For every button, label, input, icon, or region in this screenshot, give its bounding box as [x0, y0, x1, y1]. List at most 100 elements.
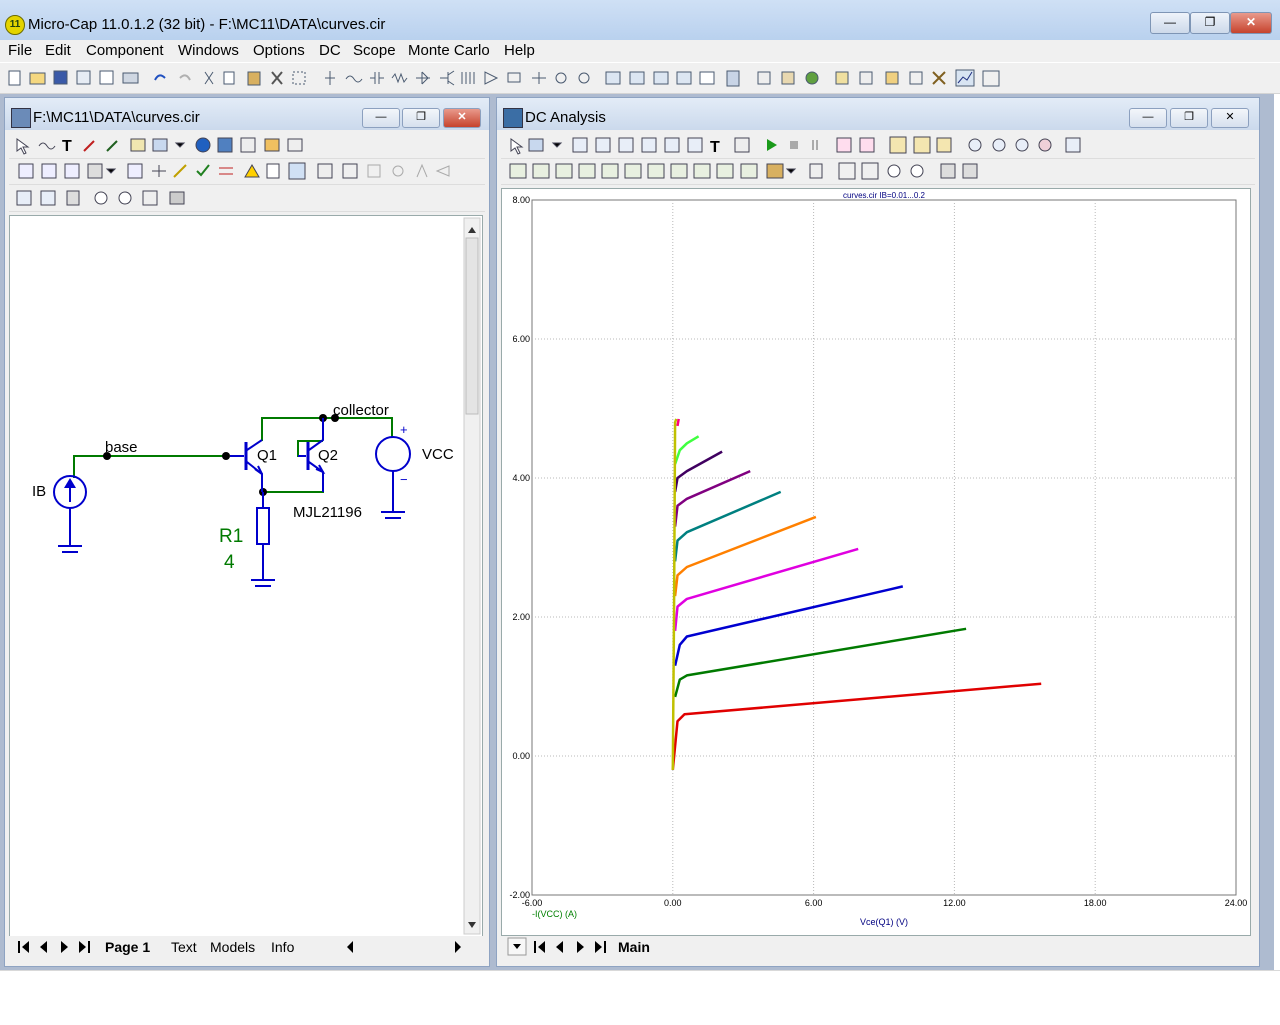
micro-cap-app-icon: 11: [5, 15, 25, 35]
probe-icon: [835, 71, 849, 85]
schematic-toolbar-1-icons[interactable]: T: [9, 133, 479, 157]
tab-main[interactable]: Main: [618, 939, 650, 955]
schematic-toolbar-1: T: [9, 133, 485, 159]
page-icon: [266, 163, 280, 179]
tab-page-1[interactable]: Page 1: [105, 939, 150, 955]
x-tick-label: 18.00: [1084, 898, 1107, 908]
cursor-mode-icon-7: [647, 163, 665, 179]
analysis-maximize-button[interactable]: ❐: [1170, 108, 1208, 128]
analysis-minimize-button[interactable]: —: [1129, 108, 1167, 128]
help-mode-icon: [152, 138, 168, 152]
app-titlebar: 11 Micro-Cap 11.0.1.2 (32 bit) - F:\MC11…: [0, 0, 1280, 41]
maximize-button[interactable]: ❐: [1190, 12, 1230, 34]
tab-text[interactable]: Text: [171, 939, 197, 955]
analysis-toolbar-2-icons[interactable]: [501, 159, 1251, 183]
attribute-icon: [859, 71, 873, 85]
schematic-canvas[interactable]: base collector Q1 Q2 VCC + − IB R1 4 MJL…: [9, 215, 483, 937]
find-icon: [16, 190, 32, 206]
edit-icon: [1065, 137, 1081, 153]
y-tick-label: 4.00: [512, 473, 530, 483]
library-icon: [781, 71, 795, 85]
cursor-mode-icon-3: [555, 163, 573, 179]
print-icon: [317, 163, 333, 179]
y-tick-label: -2.00: [509, 890, 530, 900]
y-tick-label: 0.00: [512, 751, 530, 761]
last-page-icon: [595, 941, 602, 953]
analysis-page-nav[interactable]: [507, 936, 627, 958]
open-folder-icon: [29, 72, 46, 85]
schematic-toolbar-2-icons[interactable]: [9, 159, 479, 183]
bounding-box-icon: [288, 162, 306, 180]
node-names-icon: [64, 163, 80, 179]
menu-scope[interactable]: Scope: [353, 42, 396, 59]
ib-label: IB: [32, 483, 46, 500]
menu-file[interactable]: File: [8, 42, 32, 59]
menu-edit[interactable]: Edit: [45, 42, 71, 59]
grid-text-icon: [41, 163, 57, 179]
schematic-drawing[interactable]: base collector Q1 Q2 VCC + − IB R1 4 MJL…: [10, 216, 482, 936]
cursor-mode-icon-8: [670, 163, 688, 179]
wire-icon: [345, 75, 363, 83]
y-tick-label: 8.00: [512, 195, 530, 205]
menu-component[interactable]: Component: [86, 42, 164, 59]
numeric-output-icon: [809, 163, 823, 179]
emitter-wire: [265, 477, 324, 493]
opamp-icon: [484, 71, 499, 85]
dc-curves-plot[interactable]: -6.00 0.00 6.00 12.00 18.00 24.00-2.000.002.0…: [502, 189, 1250, 935]
pan-icon: [940, 163, 956, 179]
rotate-icon: [392, 165, 404, 177]
menu-options[interactable]: Options: [253, 42, 305, 59]
menu-help[interactable]: Help: [504, 42, 535, 59]
analysis-toolbar-1-icons[interactable]: T: [501, 133, 1251, 157]
cursor-mode-icon-10: [716, 163, 734, 179]
schematic-toolbar-3-icons[interactable]: [9, 186, 209, 210]
run-icon: [767, 139, 777, 151]
main-toolbar-icons[interactable]: [0, 63, 1010, 93]
tab-info[interactable]: Info: [271, 939, 294, 955]
x-tick-label: 24.00: [1225, 898, 1248, 908]
r1-value-label: 4: [224, 552, 235, 573]
select-mode-icon: [16, 138, 30, 155]
wire-mode-icon: [38, 142, 56, 150]
flip-icon: [342, 163, 358, 179]
tools-icon: [932, 71, 946, 85]
dc-analysis-window[interactable]: DC Analysis — ❐ ✕ T -6.00 0.00 6.00 12.0…: [496, 97, 1260, 967]
schematic-minimize-button[interactable]: —: [362, 108, 400, 128]
scroll-left-icon: [347, 941, 353, 953]
ib-arrow-icon: [64, 478, 76, 488]
graph-icon-4: [641, 137, 657, 153]
analysis-close-button[interactable]: ✕: [1211, 108, 1249, 128]
select-mode-icon: [510, 138, 524, 155]
main-toolbar: [0, 63, 1280, 94]
menu-monte-carlo[interactable]: Monte Carlo: [408, 42, 490, 59]
window-split-icon: [676, 71, 692, 85]
minimize-button[interactable]: —: [1150, 12, 1190, 34]
close-button[interactable]: ✕: [1230, 12, 1272, 34]
tab-models[interactable]: Models: [210, 939, 255, 955]
plot-canvas[interactable]: -6.00 0.00 6.00 12.00 18.00 24.00 -2.00 0.00 2.0…: [501, 188, 1251, 936]
graph-icon-5: [664, 137, 680, 153]
clipboard-icon: [766, 163, 784, 179]
cursor-mode-icon-4: [578, 163, 596, 179]
info-mode-icon: [130, 138, 146, 152]
menu-windows[interactable]: Windows: [178, 42, 239, 59]
globe-icon: [805, 71, 819, 85]
schematic-maximize-button[interactable]: ❐: [402, 108, 440, 128]
parallel-icon: [219, 167, 233, 175]
page-nav-buttons[interactable]: [13, 936, 113, 958]
zoom-out-icon: [118, 191, 132, 205]
peak-icon: [968, 138, 982, 152]
battery-icon: [532, 72, 546, 84]
schematic-close-button[interactable]: ✕: [443, 108, 481, 128]
cursor-mode-icon-2: [532, 163, 550, 179]
q2-label: Q2: [318, 447, 338, 464]
zoom-fit-icon: [142, 190, 158, 206]
dropdown-arrow-icon: [105, 168, 117, 174]
scrollbar-thumb: [465, 237, 479, 415]
menu-dc[interactable]: DC: [319, 42, 341, 59]
calculator-icon: [726, 70, 740, 87]
schematic-window[interactable]: F:\MC11\DATA\curves.cir — ❐ ✕ T base col…: [4, 97, 490, 967]
prev-page-icon: [40, 941, 47, 953]
horizontal-scrollbar[interactable]: [339, 936, 479, 958]
base-label: base: [105, 439, 138, 456]
